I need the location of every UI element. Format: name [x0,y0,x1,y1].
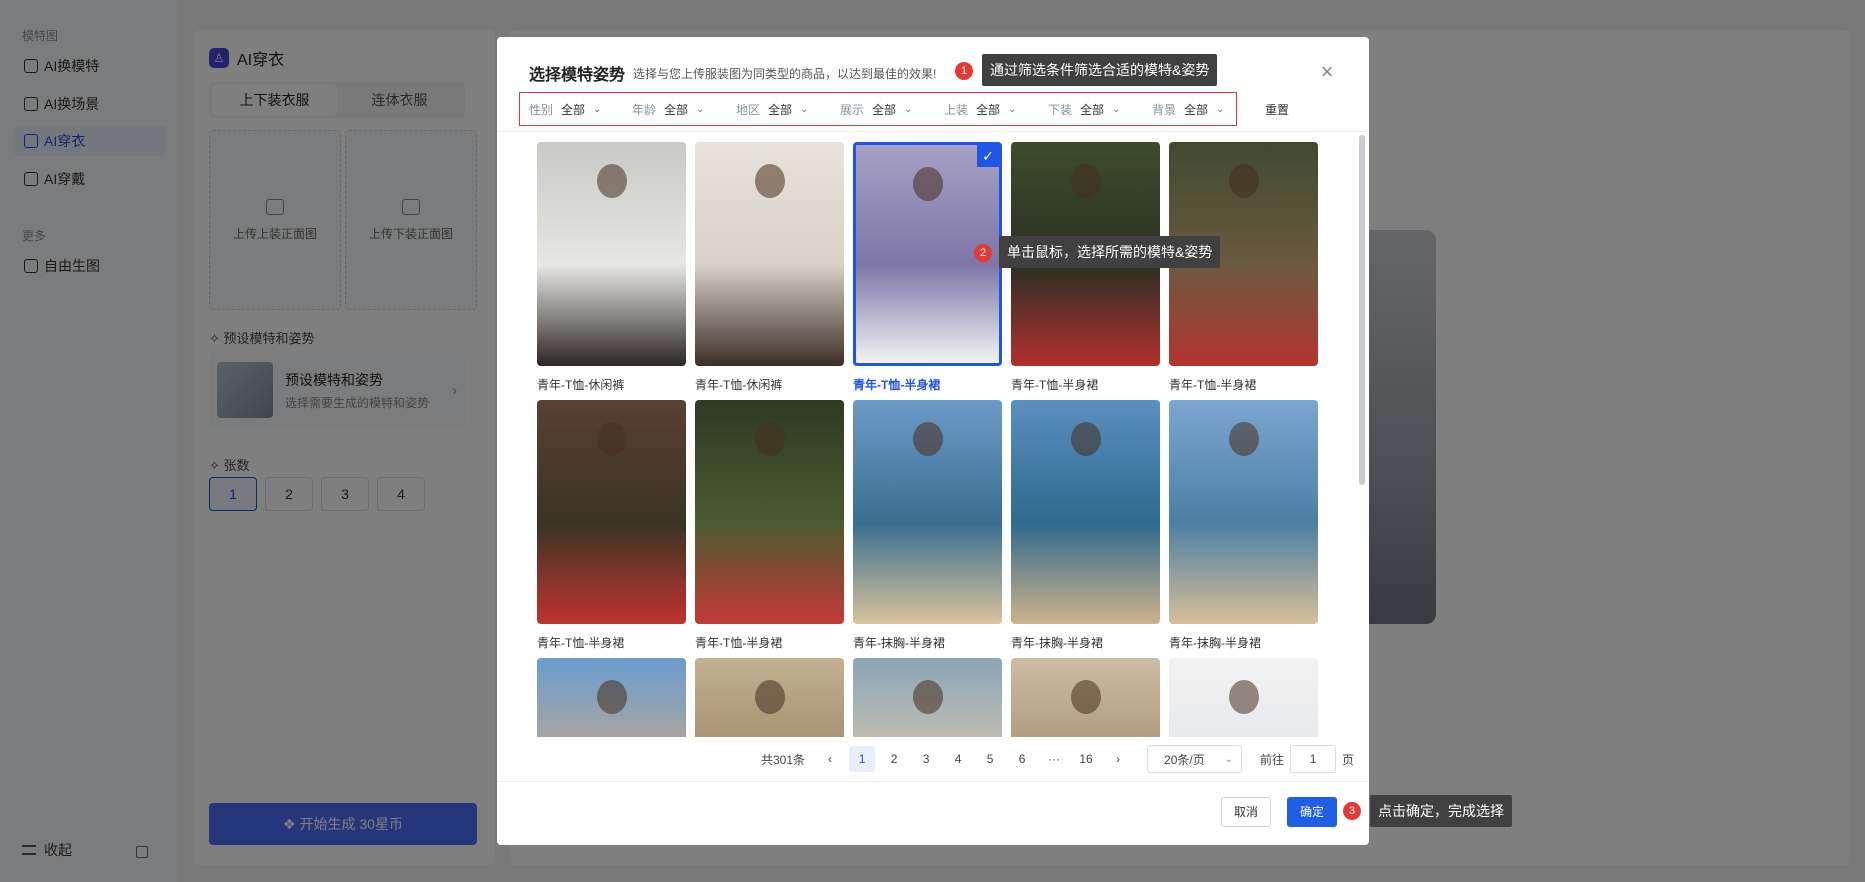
model-pose-card[interactable]: 青年-抹胸-半身裙 [1011,400,1160,651]
next-page-icon[interactable]: › [1105,746,1131,772]
model-pose-caption: 青年-T恤-休闲裤 [537,378,625,392]
page-button[interactable]: 4 [945,746,971,772]
model-pose-image[interactable] [1011,658,1160,737]
filter-value: 全部 [664,103,689,117]
chevron-down-icon: ⌄ [696,104,705,115]
model-pose-image[interactable] [537,142,686,366]
model-pose-image[interactable] [695,658,844,737]
goto-label: 前往 [1260,752,1285,767]
filter-age[interactable]: 年龄 全部 ⌄ [632,101,704,118]
divider [497,131,1369,132]
filter-region[interactable]: 地区 全部 ⌄ [736,101,808,118]
page-button[interactable]: 1 [849,746,876,772]
confirm-button[interactable]: 确定 [1287,797,1337,827]
model-pose-card[interactable]: 青年-T恤-休闲裤 [537,142,686,393]
tip-number: 1 [955,62,973,80]
dialog-subtitle: 选择与您上传服装图为同类型的商品，以达到最佳的效果! [633,67,937,81]
pagination: 共301条 ‹ 1 2 3 4 5 6 ··· 16 › 20条/页 ⌄ 前往 … [761,745,1354,773]
model-pose-caption: 青年-T恤-半身裙 [1011,378,1099,392]
model-pose-caption: 青年-T恤-半身裙 [853,378,941,392]
model-pose-caption: 青年-抹胸-半身裙 [853,636,945,650]
goto-page-input[interactable]: 1 [1290,745,1337,773]
filter-key: 背景 [1152,103,1177,117]
model-pose-caption: 青年-T恤-半身裙 [1169,378,1257,392]
cancel-button[interactable]: 取消 [1221,797,1271,827]
chevron-down-icon: ⌄ [800,104,809,115]
model-pose-image[interactable] [1169,400,1318,624]
filter-gender[interactable]: 性别 全部 ⌄ [529,101,601,118]
page-ellipsis[interactable]: ··· [1041,746,1067,772]
filter-background[interactable]: 背景 全部 ⌄ [1152,101,1224,118]
divider [497,781,1369,782]
prev-page-icon[interactable]: ‹ [817,746,843,772]
chevron-down-icon: ⌄ [904,104,913,115]
goto-suffix: 页 [1342,752,1355,767]
filter-value: 全部 [768,103,793,117]
tip-filter: 通过筛选条件筛选合适的模特&姿势 [982,54,1218,86]
model-pose-image[interactable] [1011,400,1160,624]
filter-value: 全部 [561,103,586,117]
model-pose-card[interactable] [695,658,844,737]
filter-value: 全部 [872,103,897,117]
model-pose-card[interactable]: 青年-抹胸-半身裙 [853,400,1002,651]
page-size-value: 20条/页 [1164,752,1205,767]
model-pose-card[interactable]: 青年-抹胸-半身裙 [1169,400,1318,651]
filter-value: 全部 [1184,103,1209,117]
model-pose-card[interactable] [853,658,1002,737]
reset-button[interactable]: 重置 [1265,101,1289,118]
filter-key: 地区 [736,103,761,117]
model-pose-grid: 青年-T恤-休闲裤 青年-T恤-休闲裤 ✓ 青年-T恤-半身裙 青年-T恤-半身裙 青年-… [537,142,1329,737]
chevron-down-icon: ⌄ [1224,753,1234,765]
tip-select: 单击鼠标，选择所需的模特&姿势 [999,236,1221,268]
filter-key: 性别 [529,103,554,117]
total-count: 共301条 [761,752,806,767]
filter-key: 展示 [840,103,865,117]
page-button[interactable]: 2 [881,746,907,772]
model-pose-caption: 青年-T恤-半身裙 [695,636,783,650]
model-pose-image[interactable] [695,400,844,624]
model-pose-image[interactable] [537,658,686,737]
model-pose-caption: 青年-T恤-休闲裤 [695,378,783,392]
model-pose-card[interactable] [537,658,686,737]
filter-key: 年龄 [632,103,657,117]
select-model-pose-dialog: 选择模特姿势 选择与您上传服装图为同类型的商品，以达到最佳的效果! × 性别 全… [497,37,1369,845]
chevron-down-icon: ⌄ [1216,104,1225,115]
filter-top[interactable]: 上装 全部 ⌄ [944,101,1016,118]
page-button[interactable]: 3 [913,746,939,772]
model-pose-caption: 青年-抹胸-半身裙 [1011,636,1103,650]
filter-key: 上装 [944,103,969,117]
model-pose-card[interactable] [1011,658,1160,737]
page-button[interactable]: 16 [1073,746,1099,772]
chevron-down-icon: ⌄ [1112,104,1121,115]
model-pose-image[interactable] [1169,658,1318,737]
model-pose-image[interactable] [695,142,844,366]
tip-number: 3 [1343,802,1361,820]
model-pose-card[interactable]: 青年-T恤-半身裙 [695,400,844,651]
model-pose-image[interactable] [853,658,1002,737]
chevron-down-icon: ⌄ [593,104,602,115]
model-pose-caption: 青年-抹胸-半身裙 [1169,636,1261,650]
page-button[interactable]: 5 [977,746,1003,772]
tip-confirm: 点击确定，完成选择 [1370,795,1512,827]
model-pose-card[interactable] [1169,658,1318,737]
filter-value: 全部 [976,103,1001,117]
model-pose-card[interactable]: 青年-T恤-休闲裤 [695,142,844,393]
model-pose-image[interactable] [853,400,1002,624]
filter-key: 下装 [1048,103,1073,117]
model-pose-card[interactable]: ✓ 青年-T恤-半身裙 [853,142,1002,393]
page-button[interactable]: 6 [1009,746,1035,772]
model-pose-caption: 青年-T恤-半身裙 [537,636,625,650]
page-size-select[interactable]: 20条/页 ⌄ [1147,745,1243,773]
model-pose-card[interactable]: 青年-T恤-半身裙 [537,400,686,651]
model-pose-image[interactable] [537,400,686,624]
filter-value: 全部 [1080,103,1105,117]
filter-bottom[interactable]: 下装 全部 ⌄ [1048,101,1120,118]
close-icon[interactable]: × [1315,59,1339,85]
scrollbar[interactable] [1359,135,1365,485]
filter-display[interactable]: 展示 全部 ⌄ [840,101,912,118]
tip-number: 2 [974,244,992,262]
dialog-title: 选择模特姿势 [529,67,626,84]
check-icon: ✓ [977,145,999,167]
chevron-down-icon: ⌄ [1008,104,1017,115]
